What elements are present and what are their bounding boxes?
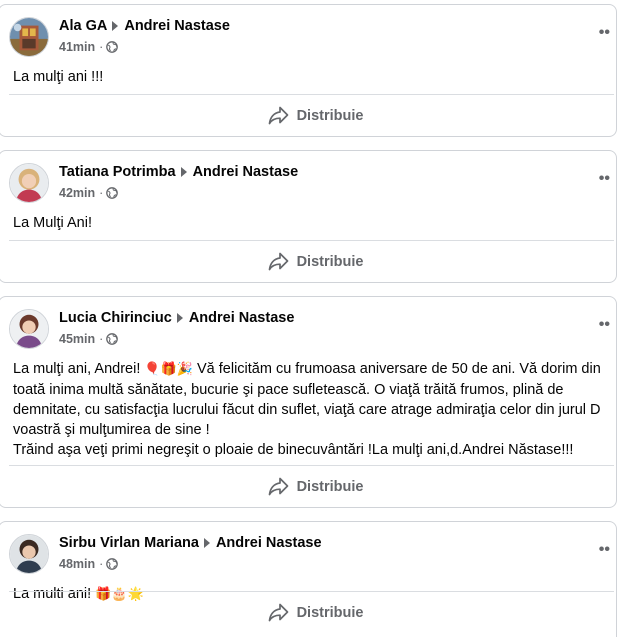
post-text-line: toată inima multă sănătate, bucurie şi p…: [13, 382, 564, 398]
share-row: Distribuie: [9, 465, 614, 507]
post-body: La Mulţi Ani!: [0, 209, 616, 239]
share-icon: [268, 252, 288, 271]
party-popper-emoji-icon: 🎉: [176, 362, 193, 377]
meta-separator: ·: [99, 332, 104, 346]
more-options-icon[interactable]: ••: [599, 317, 610, 333]
target-name[interactable]: Andrei Nastase: [216, 535, 322, 551]
timestamp[interactable]: 45min: [59, 332, 95, 346]
post-meta: 42min ·: [59, 186, 119, 200]
share-button[interactable]: Distribuie: [268, 603, 364, 622]
post-text-line: demnitate, cu satisfacţia lucrului făcut…: [13, 402, 601, 418]
avatar[interactable]: [9, 163, 49, 203]
post-text-line: Trăind aşa veţi primi negreşit o ploaie …: [13, 442, 574, 458]
balloon-emoji-icon: 🎈: [144, 362, 161, 377]
meta-separator: ·: [99, 186, 104, 200]
timestamp[interactable]: 48min: [59, 557, 95, 571]
share-button[interactable]: Distribuie: [268, 106, 364, 125]
avatar[interactable]: [9, 309, 49, 349]
target-name[interactable]: Andrei Nastase: [124, 18, 230, 34]
globe-icon: [106, 187, 119, 199]
arrow-right-icon: [203, 538, 210, 548]
post-card: Tatiana Potrimba Andrei Nastase 42min · …: [0, 150, 617, 283]
timestamp[interactable]: 42min: [59, 186, 95, 200]
post-card: Ala GA Andrei Nastase 41min · •• La mulţ…: [0, 4, 617, 137]
author-line: Sirbu Virlan Mariana Andrei Nastase: [59, 535, 322, 551]
gift-emoji-icon: 🎁: [160, 362, 177, 377]
globe-icon: [106, 41, 119, 53]
share-label: Distribuie: [296, 107, 364, 124]
globe-icon: [106, 333, 119, 345]
post-card: Sirbu Virlan Mariana Andrei Nastase 48mi…: [0, 521, 617, 637]
avatar-image: [10, 18, 48, 56]
target-name[interactable]: Andrei Nastase: [193, 164, 299, 180]
share-icon: [268, 603, 288, 622]
post-text-line: La Mulţi Ani!: [13, 215, 92, 231]
post-body: La mulţi ani, Andrei! 🎈🎁🎉 Vă felicităm c…: [0, 355, 616, 466]
share-icon: [268, 477, 288, 496]
timestamp[interactable]: 41min: [59, 40, 95, 54]
news-feed: Ala GA Andrei Nastase 41min · •• La mulţ…: [0, 0, 617, 637]
post-meta: 41min ·: [59, 40, 119, 54]
author-line: Tatiana Potrimba Andrei Nastase: [59, 164, 298, 180]
post-text-prefix: La mulţi ani, Andrei!: [13, 361, 141, 377]
avatar[interactable]: [9, 534, 49, 574]
avatar-image: [10, 535, 48, 573]
post-body: La mulţi ani !!!: [0, 63, 616, 93]
post-header: Sirbu Virlan Mariana Andrei Nastase 48mi…: [0, 522, 616, 580]
author-line: Ala GA Andrei Nastase: [59, 18, 230, 34]
post-text-line: voastră şi mulţumirea de sine !: [13, 422, 210, 438]
avatar-image: [10, 310, 48, 348]
post-meta: 45min ·: [59, 332, 119, 346]
post-text-suffix: Vă felicităm cu frumoasa aniversare de 5…: [196, 361, 601, 377]
share-icon: [268, 106, 288, 125]
author-name[interactable]: Lucia Chirinciuc: [59, 310, 172, 326]
globe-icon: [106, 558, 119, 570]
share-label: Distribuie: [296, 253, 364, 270]
share-row: Distribuie: [9, 591, 614, 633]
post-meta: 48min ·: [59, 557, 119, 571]
avatar-image: [10, 164, 48, 202]
author-name[interactable]: Ala GA: [59, 18, 107, 34]
more-options-icon[interactable]: ••: [599, 25, 610, 41]
post-header: Tatiana Potrimba Andrei Nastase 42min · …: [0, 151, 616, 209]
share-row: Distribuie: [9, 240, 614, 282]
more-options-icon[interactable]: ••: [599, 542, 610, 558]
share-button[interactable]: Distribuie: [268, 252, 364, 271]
arrow-right-icon: [112, 21, 119, 31]
share-label: Distribuie: [296, 478, 364, 495]
arrow-right-icon: [180, 167, 187, 177]
meta-separator: ·: [99, 40, 104, 54]
post-header: Lucia Chirinciuc Andrei Nastase 45min · …: [0, 297, 616, 355]
share-button[interactable]: Distribuie: [268, 477, 364, 496]
post-card: Lucia Chirinciuc Andrei Nastase 45min · …: [0, 296, 617, 508]
share-label: Distribuie: [296, 604, 364, 621]
post-text-line: La mulţi ani, Andrei! 🎈🎁🎉 Vă felicităm c…: [13, 359, 606, 380]
author-line: Lucia Chirinciuc Andrei Nastase: [59, 310, 294, 326]
author-name[interactable]: Tatiana Potrimba: [59, 164, 176, 180]
post-header: Ala GA Andrei Nastase 41min · ••: [0, 5, 616, 63]
arrow-right-icon: [176, 313, 183, 323]
more-options-icon[interactable]: ••: [599, 171, 610, 187]
author-name[interactable]: Sirbu Virlan Mariana: [59, 535, 199, 551]
post-text-line: La mulţi ani !!!: [13, 69, 104, 85]
share-row: Distribuie: [9, 94, 614, 136]
target-name[interactable]: Andrei Nastase: [189, 310, 295, 326]
meta-separator: ·: [99, 557, 104, 571]
avatar[interactable]: [9, 17, 49, 57]
